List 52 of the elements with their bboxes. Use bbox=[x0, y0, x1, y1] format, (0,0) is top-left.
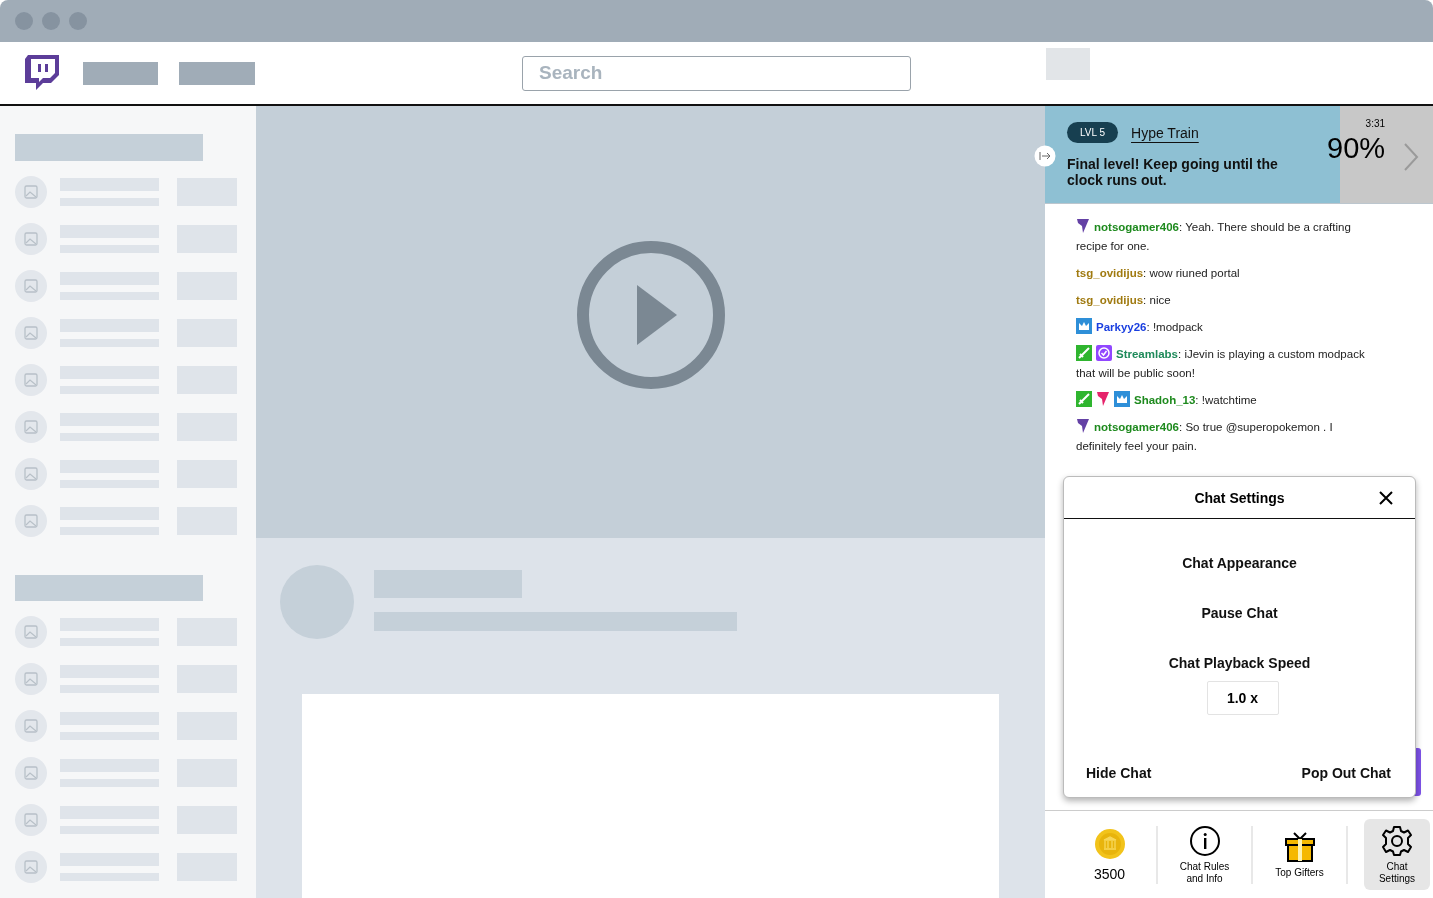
level-badge: LVL 5 bbox=[1067, 122, 1119, 143]
image-icon bbox=[15, 222, 47, 255]
collapse-icon[interactable] bbox=[1034, 145, 1056, 167]
button-placeholder bbox=[1046, 48, 1090, 80]
settings-icon bbox=[1381, 824, 1413, 857]
footer-button[interactable]: Pop Out Chat bbox=[1301, 765, 1391, 781]
image-icon bbox=[15, 410, 47, 443]
image-icon bbox=[15, 175, 47, 208]
hype-message: Final level! Keep going until the clock runs out. bbox=[1067, 156, 1279, 188]
toolbar-button[interactable]: 3500 bbox=[1065, 819, 1154, 890]
coin-icon bbox=[1093, 827, 1126, 860]
hype-train-link[interactable]: Hype Train bbox=[1131, 124, 1199, 141]
image-icon bbox=[15, 457, 47, 490]
window-control[interactable] bbox=[15, 12, 33, 30]
menu-option[interactable]: Chat Appearance bbox=[1182, 555, 1297, 571]
toolbar-button[interactable]: Top Gifters bbox=[1255, 819, 1344, 890]
info-icon bbox=[1188, 824, 1221, 857]
chat-message: notsogamer406: Yeah. There should be a crafting recipe for one. bbox=[1076, 221, 1351, 252]
image-icon bbox=[15, 363, 47, 396]
chat-message: Parkyy26: !modpack bbox=[1096, 321, 1203, 333]
speed-label: Chat Playback Speed bbox=[1168, 655, 1311, 671]
gift-icon bbox=[1283, 830, 1316, 863]
chat-message: Streamlabs: iJevin is playing a custom modpack that will be public soon! bbox=[1076, 348, 1365, 379]
chat-message: Shadoh_13: !watchtime bbox=[1134, 394, 1257, 406]
image-icon bbox=[15, 710, 47, 742]
chat-message: notsogamer406: So true @superopokemon . I definitely feel your pain. bbox=[1076, 421, 1333, 452]
logo-icon[interactable] bbox=[25, 55, 59, 91]
window-control[interactable] bbox=[69, 12, 87, 30]
image-icon bbox=[15, 757, 47, 789]
menu-option[interactable]: Pause Chat bbox=[1201, 605, 1278, 621]
video-player[interactable] bbox=[256, 106, 1045, 538]
timer: 3:31 bbox=[1365, 118, 1386, 129]
image-icon bbox=[15, 851, 47, 883]
play-icon[interactable] bbox=[575, 239, 726, 390]
toolbar-button[interactable]: Chat Settings bbox=[1364, 819, 1430, 890]
footer-button[interactable]: Hide Chat bbox=[1086, 765, 1152, 781]
image-icon bbox=[15, 804, 47, 836]
speed-selector[interactable]: 1.0 x bbox=[1206, 681, 1279, 715]
image-icon bbox=[15, 616, 47, 648]
chat-message: tsg_ovidijus: nice bbox=[1076, 294, 1171, 306]
image-icon bbox=[15, 316, 47, 349]
toolbar-button[interactable]: Chat Rules and Info bbox=[1160, 819, 1249, 890]
image-icon bbox=[15, 269, 47, 302]
chat-message: tsg_ovidijus: wow riuned portal bbox=[1076, 267, 1240, 279]
close-icon[interactable] bbox=[1379, 491, 1393, 505]
search-field[interactable]: Search bbox=[522, 55, 911, 91]
popup-title: Chat Settings bbox=[1194, 489, 1285, 506]
percent-text: 90% bbox=[1327, 132, 1386, 165]
image-icon bbox=[15, 663, 47, 695]
window-control[interactable] bbox=[42, 12, 60, 30]
chevron-right-icon[interactable] bbox=[1403, 142, 1420, 172]
image-icon bbox=[15, 504, 47, 537]
